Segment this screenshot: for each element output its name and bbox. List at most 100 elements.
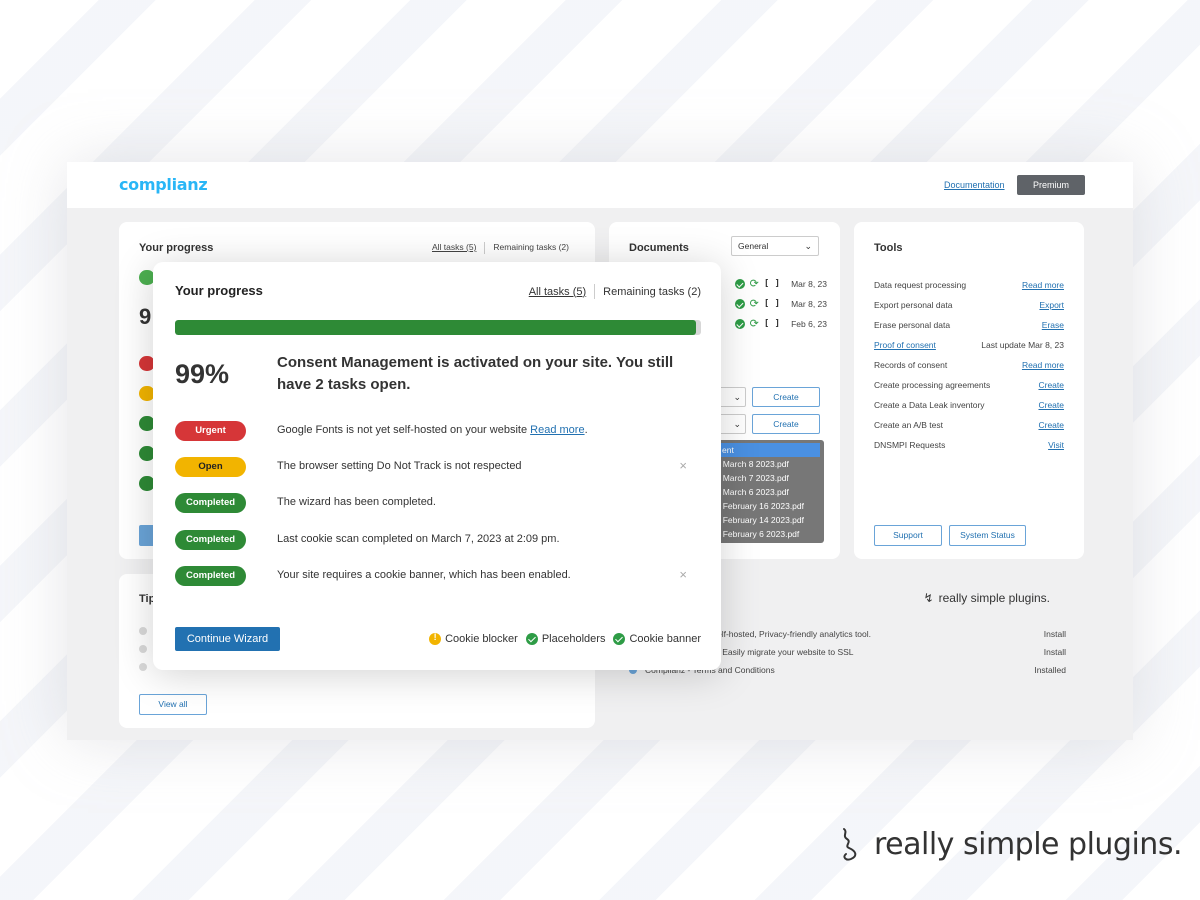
top-bar: complianz Documentation Premium [67,162,1133,208]
documentation-link[interactable]: Documentation [944,180,1005,190]
document-row: ⟳ [ ] Mar 8, 23 [727,279,827,290]
shortcode-icon[interactable]: [ ] [764,299,780,309]
dismiss-icon[interactable]: × [679,567,687,582]
document-row: ⟳ [ ] Feb 6, 23 [727,319,827,330]
documents-region-select[interactable]: General ⌄ [731,236,819,256]
document-date: Mar 8, 23 [791,299,827,309]
tool-action-link[interactable]: Erase [1042,320,1064,330]
check-icon [734,299,745,309]
tool-action-link[interactable]: Read more [1022,360,1064,370]
tools-card-title: Tools [874,242,903,254]
task-text: Last cookie scan completed on March 7, 2… [277,533,560,545]
dropdown-option[interactable]: t February 16 2023.pdf [712,499,824,513]
tab-all-tasks[interactable]: All tasks (5) [432,242,476,254]
rsp-brand-text: really simple plugins. [938,591,1050,605]
tab-all-tasks[interactable]: All tasks (5) [529,286,594,298]
dropdown-option[interactable]: t March 6 2023.pdf [712,485,824,499]
premium-button[interactable]: Premium [1017,175,1085,195]
task-item: Urgent Google Fonts is not yet self-host… [175,421,701,441]
tab-remaining-tasks[interactable]: Remaining tasks (2) [603,286,701,298]
plugin-install-link[interactable]: Install [1044,629,1066,639]
dropdown-option[interactable]: t March 7 2023.pdf [712,471,824,485]
tool-row: Records of consent Read more [874,360,1064,370]
modal-title: Your progress [175,283,263,298]
documents-card-title: Documents [629,242,689,254]
progress-message: Consent Management is activated on your … [277,354,674,393]
tool-row: Erase personal data Erase [874,320,1064,330]
tool-row: Data request processing Read more [874,280,1064,290]
dropdown-option[interactable]: t February 6 2023.pdf [712,527,824,541]
progress-modal: Your progress All tasks (5) Remaining ta… [153,262,721,670]
documents-region-value: General [738,241,769,251]
tool-action-link[interactable]: Create [1038,380,1064,390]
plugin-install-status: Installed [1034,665,1066,675]
task-text: The browser setting Do Not Track is not … [277,460,522,472]
dropdown-option[interactable]: t February 14 2023.pdf [712,513,824,527]
create-button[interactable]: Create [752,387,820,407]
shortcode-icon[interactable]: [ ] [764,319,780,329]
tool-action-link[interactable]: Visit [1048,440,1064,450]
cookie-banner-label: Cookie banner [629,633,701,645]
sync-icon[interactable]: ⟳ [750,319,759,330]
document-dropdown-list[interactable]: ent t March 8 2023.pdf t March 7 2023.pd… [712,440,824,543]
task-text: Your site requires a cookie banner, whic… [277,569,571,581]
cookie-banner-status: Cookie banner [613,633,701,645]
dismiss-icon[interactable]: × [679,458,687,473]
tool-label: Create a Data Leak inventory [874,400,985,410]
dropdown-option-selected[interactable]: ent [716,443,820,457]
chevron-down-icon: ⌄ [733,392,741,402]
task-text-main: Google Fonts is not yet self-hosted on y… [277,424,531,436]
cookie-blocker-label: Cookie blocker [445,633,518,645]
tab-divider [484,242,486,254]
tool-label: Create an A/B test [874,420,943,430]
progress-bar-fill [175,320,696,335]
dropdown-option[interactable]: t March 8 2023.pdf [712,457,824,471]
cookie-blocker-status: Cookie blocker [429,632,518,645]
system-status-button[interactable]: System Status [949,525,1026,546]
view-all-button[interactable]: View all [139,694,207,715]
brand-text: really simple plugins. [874,826,1182,862]
placeholders-label: Placeholders [541,633,606,645]
warning-icon [429,632,442,645]
rsp-logo-icon [843,828,857,861]
progress-bar [175,320,701,335]
tool-action-link[interactable]: Create [1038,420,1064,430]
task-item: Completed Last cookie scan completed on … [175,530,701,550]
tool-action-link[interactable]: Read more [1022,280,1064,290]
check-icon [734,279,745,289]
continue-wizard-button[interactable]: Continue Wizard [175,627,280,651]
task-item: Completed Your site requires a cookie ba… [175,566,701,586]
modal-tabs: All tasks (5) Remaining tasks (2) [529,284,701,299]
rsp-brand: ↯ really simple plugins. [924,591,1050,605]
shortcode-icon[interactable]: [ ] [764,279,780,289]
create-button[interactable]: Create [752,414,820,434]
tool-label-link[interactable]: Proof of consent [874,340,936,350]
progress-percentage: 99% [175,359,230,389]
status-badge-open: Open [175,457,246,477]
tab-divider [594,284,596,299]
status-badge-completed: Completed [175,493,246,513]
tool-row: DNSMPI Requests Visit [874,440,1064,450]
task-text-suffix: . [584,424,588,436]
document-date: Mar 8, 23 [791,279,827,289]
tool-action-link[interactable]: Create [1038,400,1064,410]
task-item: Completed The wizard has been completed. [175,493,701,513]
read-more-link[interactable]: Read more [530,424,584,436]
tip-bullet [139,645,147,653]
status-badge-urgent: Urgent [175,421,246,441]
check-icon [734,319,745,329]
tool-action-link[interactable]: Export [1039,300,1064,310]
plugin-install-link[interactable]: Install [1044,647,1066,657]
tools-card: Tools Data request processing Read more E… [854,222,1084,559]
tool-row: Create a Data Leak inventory Create [874,400,1064,410]
tool-status: Last update Mar 8, 23 [981,340,1064,350]
task-text: The wizard has been completed. [277,496,436,508]
status-badge-completed: Completed [175,566,246,586]
tab-remaining-tasks[interactable]: Remaining tasks (2) [493,242,569,254]
support-button[interactable]: Support [874,525,942,546]
tool-label: DNSMPI Requests [874,440,946,450]
check-icon [525,633,538,645]
tool-label: Export personal data [874,300,953,310]
sync-icon[interactable]: ⟳ [750,299,759,310]
sync-icon[interactable]: ⟳ [750,279,759,290]
